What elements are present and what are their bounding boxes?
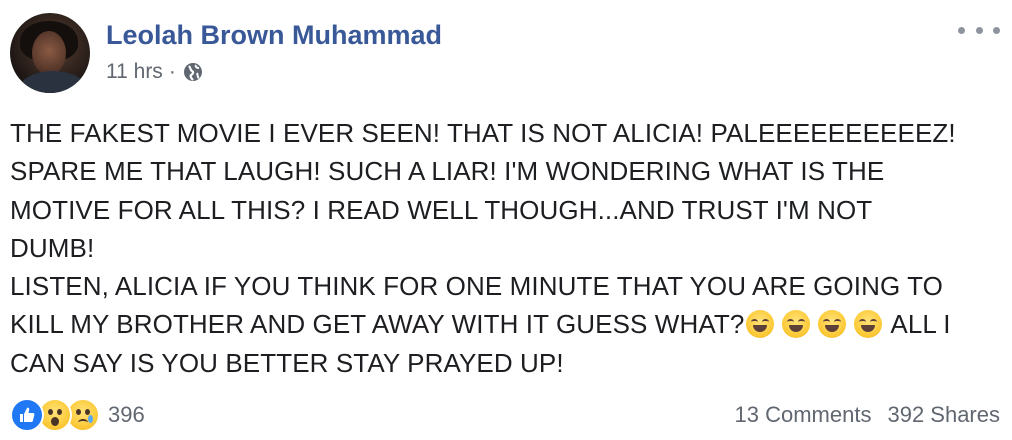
- emoji-row: [744, 309, 890, 339]
- sad-mouth: [78, 419, 88, 426]
- sad-tear: [88, 415, 93, 423]
- avatar-shoulder: [18, 71, 88, 93]
- more-dot: [993, 26, 1000, 34]
- post-footer: 396 13 Comments 392 Shares: [10, 398, 1000, 432]
- emoji-mouth: [825, 325, 840, 333]
- post-line-tail: ALL I: [890, 309, 951, 340]
- post-line: MOTIVE FOR ALL THIS? I READ WELL THOUGH.…: [10, 194, 873, 225]
- wow-eye: [48, 409, 53, 415]
- comments-count[interactable]: 13 Comments: [735, 402, 872, 428]
- post-line: DUMB!: [10, 232, 95, 263]
- reaction-count[interactable]: 396: [108, 402, 145, 428]
- post-time[interactable]: 11 hrs: [106, 60, 163, 84]
- reactions-summary[interactable]: 396: [10, 398, 145, 432]
- facebook-post: Leolah Brown Muhammad 11 hrs · THE FAKES…: [0, 0, 1012, 440]
- post-body: THE FAKEST MOVIE I EVER SEEN! THAT IS NO…: [10, 114, 1000, 382]
- author-name[interactable]: Leolah Brown Muhammad: [106, 20, 442, 51]
- post-line: SPARE ME THAT LAUGH! SUCH A LIAR! I'M WO…: [10, 156, 885, 187]
- meta-separator: ·: [168, 60, 176, 83]
- grinning-face-icon: [746, 310, 775, 339]
- post-meta: 11 hrs ·: [106, 60, 204, 84]
- like-icon: [10, 398, 44, 432]
- avatar[interactable]: [10, 13, 90, 93]
- post-line: THE FAKEST MOVIE I EVER SEEN! THAT IS NO…: [10, 118, 956, 148]
- avatar-face: [32, 31, 66, 75]
- grinning-face-icon: [854, 310, 883, 339]
- wow-eye: [57, 409, 62, 415]
- emoji-mouth: [789, 325, 804, 333]
- post-line-text: KILL MY BROTHER AND GET AWAY WITH IT GUE…: [10, 309, 745, 340]
- emoji-mouth: [753, 325, 768, 333]
- shares-count[interactable]: 392 Shares: [887, 402, 1000, 428]
- more-options-icon[interactable]: [958, 20, 1000, 40]
- grinning-face-icon: [782, 310, 811, 339]
- post-stats: 13 Comments 392 Shares: [735, 402, 1000, 428]
- emoji-mouth: [861, 325, 876, 333]
- post-line: KILL MY BROTHER AND GET AWAY WITH IT GUE…: [10, 305, 1000, 343]
- more-dot: [958, 26, 965, 34]
- globe-icon[interactable]: [182, 61, 204, 83]
- sad-eye: [76, 409, 81, 415]
- wow-mouth: [51, 417, 59, 426]
- post-line: CAN SAY IS YOU BETTER STAY PRAYED UP!: [10, 347, 564, 378]
- post-line: LISTEN, ALICIA IF YOU THINK FOR ONE MINU…: [10, 271, 943, 302]
- more-dot: [975, 26, 983, 34]
- grinning-face-icon: [818, 310, 847, 339]
